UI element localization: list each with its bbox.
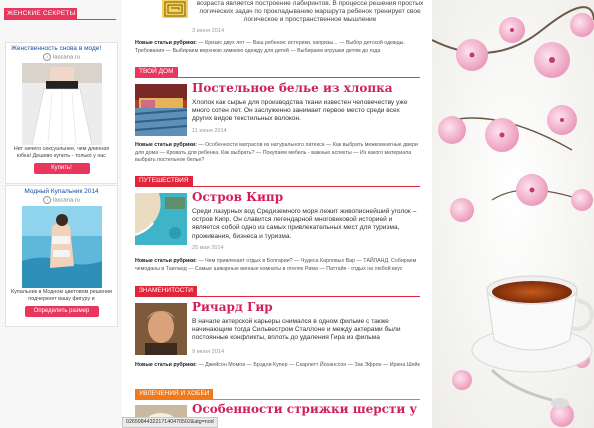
article-title-bedding[interactable]: Постельное белье из хлопка <box>192 81 393 95</box>
article-text: Среди лазурных вод Средиземного моря леж… <box>192 208 417 240</box>
rubrics-label: Новые статьи рубрики: <box>135 362 197 368</box>
rubrics-label: Новые статьи рубрики: <box>135 40 197 46</box>
article-text: Хлопок как сырье для производства ткани … <box>192 99 408 123</box>
category-label-travel[interactable]: Путешествия <box>135 176 193 186</box>
ad-source: i lascana.ru <box>6 196 117 206</box>
info-icon: i <box>43 196 52 204</box>
rubrics-label: Новые статьи рубрики: <box>135 142 197 148</box>
sidebar-header: Женские секреты <box>4 8 77 19</box>
buy-button[interactable]: Купить! <box>33 162 90 174</box>
article-rubrics: Новые статьи рубрики: — Джейсон Момоа — … <box>135 362 425 370</box>
category-label-celebrities[interactable]: Знаменитости <box>135 286 197 296</box>
article-title-richard-gere[interactable]: Ричард Гир <box>192 300 273 314</box>
ad-source-text: lascana.ru <box>53 197 80 204</box>
article-rubrics: Новые статьи рубрики: — Чем привлекает о… <box>135 258 425 273</box>
article-image-cyprus[interactable] <box>135 193 187 245</box>
intro-text: возраста является построение лабиринтов.… <box>196 0 424 23</box>
article-date: 25 мая 2014 <box>192 245 224 251</box>
ad-description: Нет ничего сексуальнее, чем длинная юбка… <box>13 145 110 159</box>
category-divider <box>135 296 420 297</box>
category-divider <box>135 186 420 187</box>
category-divider <box>135 399 420 400</box>
article-text: В начале актерской карьеры снимался в од… <box>192 318 401 342</box>
determine-size-button[interactable]: Определить размер <box>24 305 99 317</box>
article-rubrics: Новые статьи рубрики: — Особенности матр… <box>135 142 425 165</box>
browser-status-bar: 0265984432217140470502&atg=nod <box>122 417 218 428</box>
article-date: 11 июня 2014 <box>192 128 227 134</box>
article-image-bedding[interactable] <box>135 84 187 136</box>
ad-description: Купальник в Модном цветовом решении подч… <box>10 288 113 302</box>
category-label-hobbies[interactable]: Увлечения и хобби <box>135 389 214 399</box>
rubrics-links[interactable]: — Джейсон Момоа — Брэдли Купер — Скарлет… <box>198 362 419 368</box>
intro-date: 3 июня 2014 <box>192 28 225 34</box>
ad-source: i lascana.ru <box>6 53 117 63</box>
ad-image-skirt[interactable] <box>21 62 102 145</box>
sidebar: Женские секреты Женственность снова в мо… <box>0 0 123 428</box>
maze-thumbnail[interactable] <box>162 0 188 18</box>
article-title-pet-grooming[interactable]: Особенности стрижки шерсти у <box>192 402 417 416</box>
article-date: 9 июня 2014 <box>192 349 225 355</box>
main-content: возраста является построение лабиринтов.… <box>122 0 432 428</box>
sidebar-header-divider <box>4 19 116 20</box>
ad-source-text: lascana.ru <box>53 54 80 61</box>
rubrics-label: Новые статьи рубрики: <box>135 258 197 264</box>
decorative-tea-flowers-image <box>432 0 594 428</box>
article-title-cyprus[interactable]: Остров Кипр <box>192 190 283 204</box>
ad-title[interactable]: Женственность снова в моде! <box>6 43 117 53</box>
ad-block-skirt[interactable]: Женственность снова в моде! i lascana.ru … <box>5 42 118 184</box>
intro-rubrics: Новые статьи рубрики: — Кризис двух лет … <box>135 40 425 55</box>
category-divider <box>135 77 420 78</box>
article-image-richard-gere[interactable] <box>135 303 187 355</box>
category-label-home[interactable]: Твой дом <box>135 67 178 77</box>
ad-title[interactable]: Модный Купальник 2014 <box>6 186 117 196</box>
ad-block-swimsuit[interactable]: Модный Купальник 2014 i lascana.ru Купаль… <box>5 185 118 327</box>
ad-image-swimsuit[interactable] <box>21 205 102 288</box>
info-icon: i <box>43 53 52 61</box>
